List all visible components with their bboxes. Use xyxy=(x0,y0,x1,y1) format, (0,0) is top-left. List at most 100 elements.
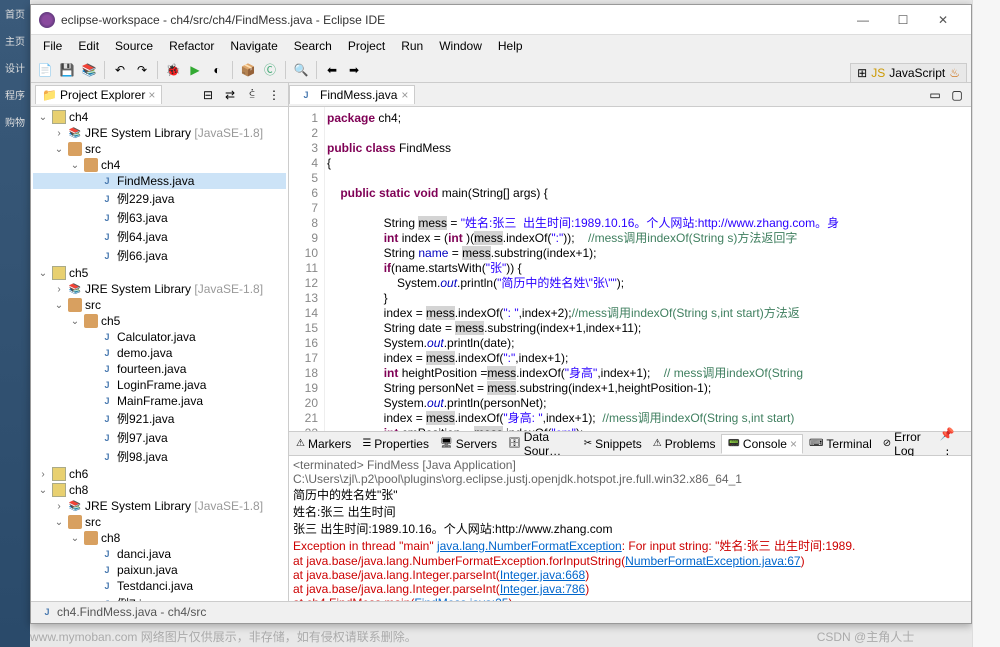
tree-node[interactable]: 例7.java xyxy=(33,594,286,601)
tab-problems[interactable]: ⚠Problems xyxy=(648,435,721,453)
editor-tab-findmess[interactable]: FindMess.java × xyxy=(289,85,415,104)
tab-terminal[interactable]: ⌨Terminal xyxy=(804,435,877,453)
code-area[interactable]: package ch4;public class FindMess{ publi… xyxy=(325,107,971,431)
expand-icon[interactable]: ⌄ xyxy=(69,160,81,171)
tab-errorlog[interactable]: ⊘Error Log xyxy=(878,428,937,460)
tree-node[interactable]: paixun.java xyxy=(33,562,286,578)
maximize-editor-icon[interactable]: ▢ xyxy=(947,85,967,105)
tree-node[interactable]: Testdanci.java xyxy=(33,578,286,594)
menu-edit[interactable]: Edit xyxy=(70,37,107,55)
tree-node[interactable]: danci.java xyxy=(33,546,286,562)
tab-snippets[interactable]: ✂Snippets xyxy=(579,435,647,453)
tree-node[interactable]: ⌄ch4 xyxy=(33,109,286,125)
tree-node[interactable]: 例229.java xyxy=(33,189,286,208)
run-icon[interactable]: ▶ xyxy=(185,60,205,80)
minimize-button[interactable]: — xyxy=(843,6,883,34)
tab-markers[interactable]: ⚠Markers xyxy=(291,435,356,453)
code-editor[interactable]: 12345678910111213141516171819202122 pack… xyxy=(289,107,971,431)
menu-window[interactable]: Window xyxy=(431,37,490,55)
tree-node[interactable]: ›ch6 xyxy=(33,466,286,482)
maximize-button[interactable]: ☐ xyxy=(883,6,923,34)
collapse-icon[interactable]: › xyxy=(53,284,65,295)
collapse-icon[interactable]: › xyxy=(37,469,49,480)
menu-search[interactable]: Search xyxy=(286,37,340,55)
stacktrace-link[interactable]: FindMess.java:25 xyxy=(414,596,508,601)
tab-console[interactable]: 📟Console× xyxy=(721,434,803,454)
expand-icon[interactable]: ⌄ xyxy=(53,517,65,528)
tree-node[interactable]: fourteen.java xyxy=(33,361,286,377)
menu-refactor[interactable]: Refactor xyxy=(161,37,222,55)
new-icon[interactable]: 📄 xyxy=(35,60,55,80)
open-perspective-icon[interactable]: ⊞ xyxy=(857,66,867,80)
menu-help[interactable]: Help xyxy=(490,37,531,55)
tree-node[interactable]: ⌄ch8 xyxy=(33,530,286,546)
expand-icon[interactable]: ⌄ xyxy=(53,144,65,155)
tab-datasour[interactable]: 🗄Data Sour… xyxy=(503,428,578,460)
collapse-icon[interactable]: › xyxy=(53,128,65,139)
project-explorer-tab[interactable]: 📁 Project Explorer × xyxy=(35,85,162,104)
expand-icon[interactable]: ⌄ xyxy=(69,316,81,327)
tree-node[interactable]: LoginFrame.java xyxy=(33,377,286,393)
menu-navigate[interactable]: Navigate xyxy=(222,37,285,55)
console-pin-icon[interactable]: 📌 xyxy=(937,424,957,444)
stacktrace-link[interactable]: java.lang.NumberFormatException xyxy=(437,539,622,553)
os-taskbar-item[interactable]: 程序 xyxy=(0,81,30,108)
expand-icon[interactable]: ⌄ xyxy=(37,268,49,279)
close-tab-icon[interactable]: × xyxy=(790,437,797,451)
close-button[interactable]: ✕ xyxy=(923,6,963,34)
perspective-switcher[interactable]: ⊞ JS JavaScript ♨ xyxy=(850,63,967,83)
tree-node[interactable]: ›📚JRE System Library [JavaSE-1.8] xyxy=(33,281,286,297)
redo-icon[interactable]: ↷ xyxy=(132,60,152,80)
tree-node[interactable]: 例98.java xyxy=(33,447,286,466)
tree-node[interactable]: ⌄src xyxy=(33,514,286,530)
new-pkg-icon[interactable]: 📦 xyxy=(238,60,258,80)
save-icon[interactable]: 💾 xyxy=(57,60,77,80)
expand-icon[interactable]: ⌄ xyxy=(37,112,49,123)
tree-node[interactable]: ⌄ch8 xyxy=(33,482,286,498)
undo-icon[interactable]: ↶ xyxy=(110,60,130,80)
project-tree[interactable]: ⌄ch4›📚JRE System Library [JavaSE-1.8]⌄sr… xyxy=(31,107,288,601)
os-taskbar-item[interactable]: 设计 xyxy=(0,54,30,81)
tree-node[interactable]: ⌄src xyxy=(33,297,286,313)
collapse-icon[interactable]: › xyxy=(53,501,65,512)
tree-node[interactable]: 例921.java xyxy=(33,409,286,428)
os-taskbar-item[interactable]: 首页 xyxy=(0,0,30,27)
os-taskbar-item[interactable]: 主页 xyxy=(0,27,30,54)
tab-servers[interactable]: 🖥Servers xyxy=(435,435,502,453)
tab-properties[interactable]: ☰Properties xyxy=(357,435,434,453)
tree-node[interactable]: FindMess.java xyxy=(33,173,286,189)
tree-node[interactable]: 例63.java xyxy=(33,208,286,227)
menu-source[interactable]: Source xyxy=(107,37,161,55)
close-tab-icon[interactable]: × xyxy=(401,88,408,102)
tree-node[interactable]: 例64.java xyxy=(33,227,286,246)
expand-icon[interactable]: ⌄ xyxy=(53,300,65,311)
stacktrace-link[interactable]: Integer.java:786 xyxy=(500,582,585,596)
collapse-all-icon[interactable]: ⊟ xyxy=(198,85,218,105)
link-editor-icon[interactable]: ⇄ xyxy=(220,85,240,105)
menu-project[interactable]: Project xyxy=(340,37,393,55)
tree-node[interactable]: demo.java xyxy=(33,345,286,361)
tree-node[interactable]: 例97.java xyxy=(33,428,286,447)
new-class-icon[interactable]: Ⓒ xyxy=(260,60,280,80)
expand-icon[interactable]: ⌄ xyxy=(69,533,81,544)
saveall-icon[interactable]: 📚 xyxy=(79,60,99,80)
search-icon[interactable]: 🔍 xyxy=(291,60,311,80)
menu-file[interactable]: File xyxy=(35,37,70,55)
menu-run[interactable]: Run xyxy=(393,37,431,55)
back-icon[interactable]: ⬅ xyxy=(322,60,342,80)
tree-node[interactable]: MainFrame.java xyxy=(33,393,286,409)
tree-node[interactable]: ⌄ch5 xyxy=(33,265,286,281)
close-view-icon[interactable]: × xyxy=(148,88,155,102)
debug-icon[interactable]: 🐞 xyxy=(163,60,183,80)
tree-node[interactable]: ⌄ch4 xyxy=(33,157,286,173)
view-menu-icon[interactable]: ⋮ xyxy=(264,85,284,105)
stacktrace-link[interactable]: NumberFormatException.java:67 xyxy=(625,554,800,568)
forward-icon[interactable]: ➡ xyxy=(344,60,364,80)
tree-node[interactable]: Calculator.java xyxy=(33,329,286,345)
tree-node[interactable]: 例66.java xyxy=(33,246,286,265)
stacktrace-link[interactable]: Integer.java:668 xyxy=(500,568,585,582)
expand-icon[interactable]: ⌄ xyxy=(37,485,49,496)
tree-node[interactable]: ⌄src xyxy=(33,141,286,157)
tree-node[interactable]: ⌄ch5 xyxy=(33,313,286,329)
console-output[interactable]: <terminated> FindMess [Java Application]… xyxy=(289,456,971,601)
